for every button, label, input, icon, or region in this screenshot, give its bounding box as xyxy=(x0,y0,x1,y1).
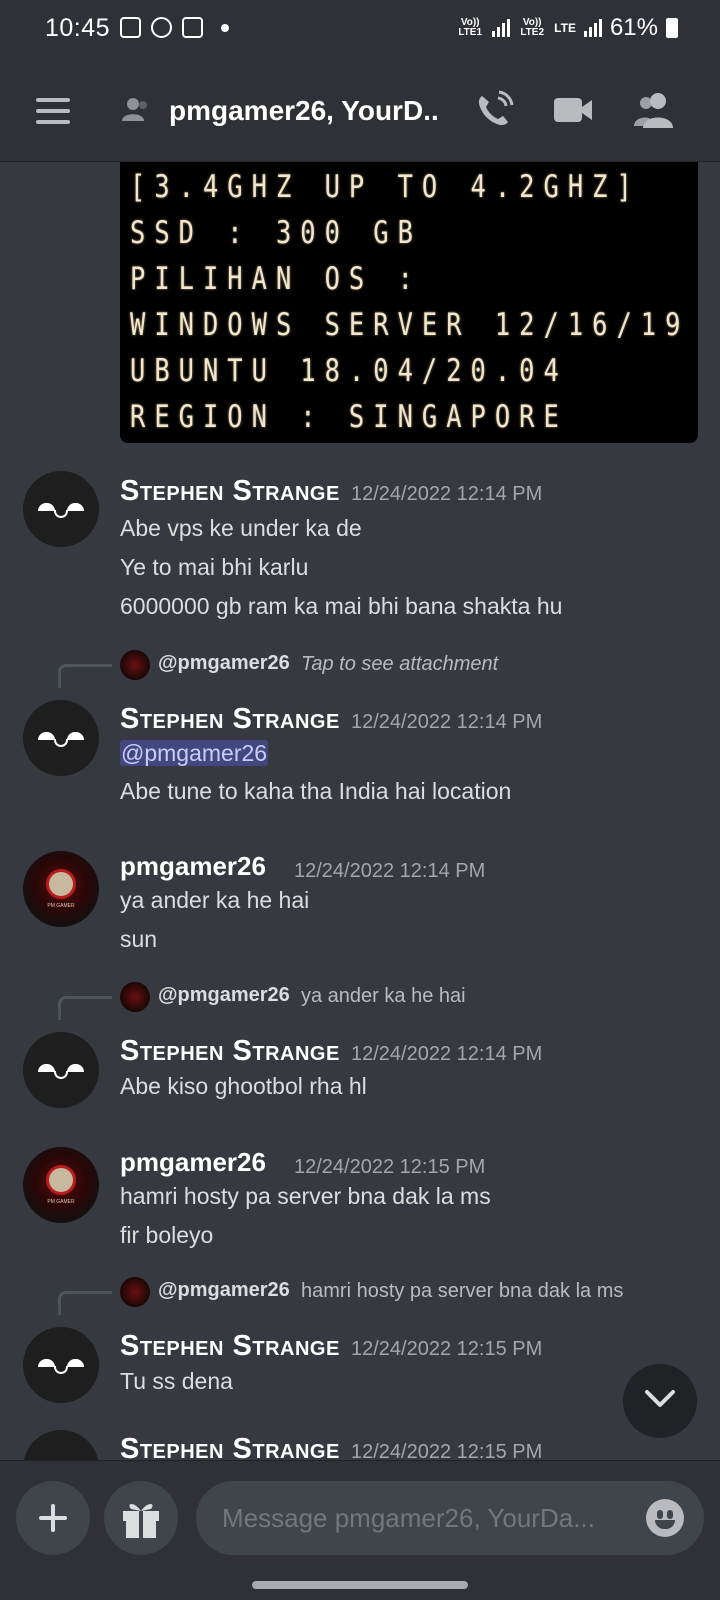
dm-group-icon xyxy=(122,98,147,121)
reply-author: @pmgamer26 xyxy=(158,1279,290,1301)
network-type-label: LTE xyxy=(554,21,576,35)
message-author[interactable]: Stephen Strange xyxy=(120,1035,340,1068)
more-notifications-dot-icon xyxy=(221,23,229,32)
sim1-label: Vo)) LTE1 xyxy=(458,17,483,38)
avatar-logo-text: PM GAMER xyxy=(47,903,75,909)
message-timestamp: 12/24/2022 12:15 PM xyxy=(294,1156,486,1178)
battery-percentage: 61% xyxy=(609,14,658,41)
status-bar: 10:45 Vo)) LTE1 Vo)) LTE2 LTE 61% xyxy=(0,0,720,58)
reply-preview[interactable]: @pmgamer26 Tap to see attachment xyxy=(0,648,720,688)
avatar[interactable] xyxy=(23,1032,99,1108)
jump-to-latest-button[interactable] xyxy=(623,1364,697,1438)
message-author[interactable]: pmgamer26 xyxy=(120,1147,266,1178)
avatar[interactable]: PM GAMER xyxy=(23,1147,99,1223)
avatar[interactable] xyxy=(23,471,99,547)
reply-connector xyxy=(58,1291,112,1315)
message-text: Abe vps ke under ka de xyxy=(120,515,362,541)
hamburger-menu-icon[interactable] xyxy=(36,98,70,131)
notification-icons xyxy=(120,17,229,38)
emoji-picker-icon[interactable] xyxy=(646,1499,684,1537)
message-text: fir boleyo xyxy=(120,1222,214,1248)
checkbox-notification-icon xyxy=(182,17,203,38)
status-time: 10:45 xyxy=(45,14,111,42)
reply-avatar xyxy=(120,650,150,680)
reply-preview[interactable]: @pmgamer26 hamri hosty pa server bna dak… xyxy=(0,1275,720,1315)
message-author[interactable]: Stephen Strange xyxy=(120,1433,340,1460)
members-icon[interactable] xyxy=(632,88,676,132)
avatar[interactable] xyxy=(23,1430,99,1460)
message-composer xyxy=(0,1460,720,1560)
reply-avatar xyxy=(120,982,150,1012)
message-timestamp: 12/24/2022 12:14 PM xyxy=(351,1043,543,1065)
avatar[interactable] xyxy=(23,1327,99,1403)
signal-bars-icon xyxy=(492,19,511,37)
channel-header: pmgamer26, YourD.. xyxy=(0,58,720,162)
reply-preview[interactable]: @pmgamer26 ya ander ka he hai xyxy=(0,980,720,1020)
gallery-notification-icon xyxy=(120,17,141,38)
message-timestamp: 12/24/2022 12:14 PM xyxy=(351,483,543,505)
message-text: Abe kiso ghootbol rha hl xyxy=(120,1073,367,1099)
message-input[interactable] xyxy=(196,1481,704,1555)
system-navigation-bar xyxy=(0,1560,720,1600)
attachment-text-line: WINDOWS SERVER 12/16/19 xyxy=(130,307,690,343)
message-timestamp: 12/24/2022 12:15 PM xyxy=(351,1441,543,1460)
user-mention[interactable]: @pmgamer26 xyxy=(120,740,269,767)
message-author[interactable]: Stephen Strange xyxy=(120,475,340,508)
battery-icon xyxy=(666,18,678,38)
gift-button[interactable] xyxy=(104,1481,178,1555)
chevron-down-icon xyxy=(645,1390,675,1407)
avatar[interactable]: PM GAMER xyxy=(23,851,99,927)
message-text: 6000000 gb ram ka mai bhi bana shakta hu xyxy=(120,593,563,619)
attachment-text-line: [3.4GHZ UP TO 4.2GHZ] xyxy=(130,169,641,205)
attachment-text-line: REGION : SINGAPORE xyxy=(130,399,568,435)
message-timestamp: 12/24/2022 12:15 PM xyxy=(351,1338,543,1360)
message-text: sun xyxy=(120,926,158,952)
message-text: Abe tune to kaha tha India hai location xyxy=(120,778,512,804)
message-timestamp: 12/24/2022 12:14 PM xyxy=(294,860,486,882)
reply-connector xyxy=(58,664,112,688)
message-text: Ye to mai bhi karlu xyxy=(120,554,309,580)
message-attachment-image[interactable]: [3.4GHZ UP TO 4.2GHZ] SSD : 300 GB PILIH… xyxy=(120,162,698,443)
message-text: ya ander ka he hai xyxy=(120,887,310,913)
reply-avatar xyxy=(120,1277,150,1307)
sim2-label: Vo)) LTE2 xyxy=(520,17,545,38)
system-indicators: Vo)) LTE1 Vo)) LTE2 LTE 61% xyxy=(456,14,678,42)
reply-connector xyxy=(58,996,112,1020)
message-author[interactable]: Stephen Strange xyxy=(120,1330,340,1363)
avatar[interactable] xyxy=(23,700,99,776)
video-call-icon[interactable] xyxy=(552,88,596,132)
attachment-text-line: UBUNTU 18.04/20.04 xyxy=(130,353,568,389)
reply-text: Tap to see attachment xyxy=(301,653,499,675)
mention-text[interactable]: @pmgamer26 xyxy=(120,740,269,766)
message-text: hamri hosty pa server bna dak la ms xyxy=(120,1183,491,1209)
data-saver-icon xyxy=(151,17,172,38)
attachment-text-line: PILIHAN OS : xyxy=(130,261,422,297)
gift-icon xyxy=(123,1504,159,1538)
reply-text: hamri hosty pa server bna dak la ms xyxy=(301,1280,624,1302)
reply-author: @pmgamer26 xyxy=(158,652,290,674)
attachment-text-line: SSD : 300 GB xyxy=(130,215,422,251)
reply-text: ya ander ka he hai xyxy=(301,985,466,1007)
message-timestamp: 12/24/2022 12:14 PM xyxy=(351,711,543,733)
message-author[interactable]: pmgamer26 xyxy=(120,851,266,882)
voice-call-icon[interactable] xyxy=(472,88,516,132)
signal-bars-icon xyxy=(583,19,602,37)
channel-title[interactable]: pmgamer26, YourD.. xyxy=(169,95,444,127)
reply-author: @pmgamer26 xyxy=(158,984,290,1006)
message-text: Tu ss dena xyxy=(120,1368,233,1394)
home-gesture-handle[interactable] xyxy=(252,1581,468,1589)
message-author[interactable]: Stephen Strange xyxy=(120,703,340,736)
add-attachment-button[interactable] xyxy=(16,1481,90,1555)
message-list[interactable]: [3.4GHZ UP TO 4.2GHZ] SSD : 300 GB PILIH… xyxy=(0,162,720,1460)
avatar-logo-text: PM GAMER xyxy=(47,1199,75,1205)
